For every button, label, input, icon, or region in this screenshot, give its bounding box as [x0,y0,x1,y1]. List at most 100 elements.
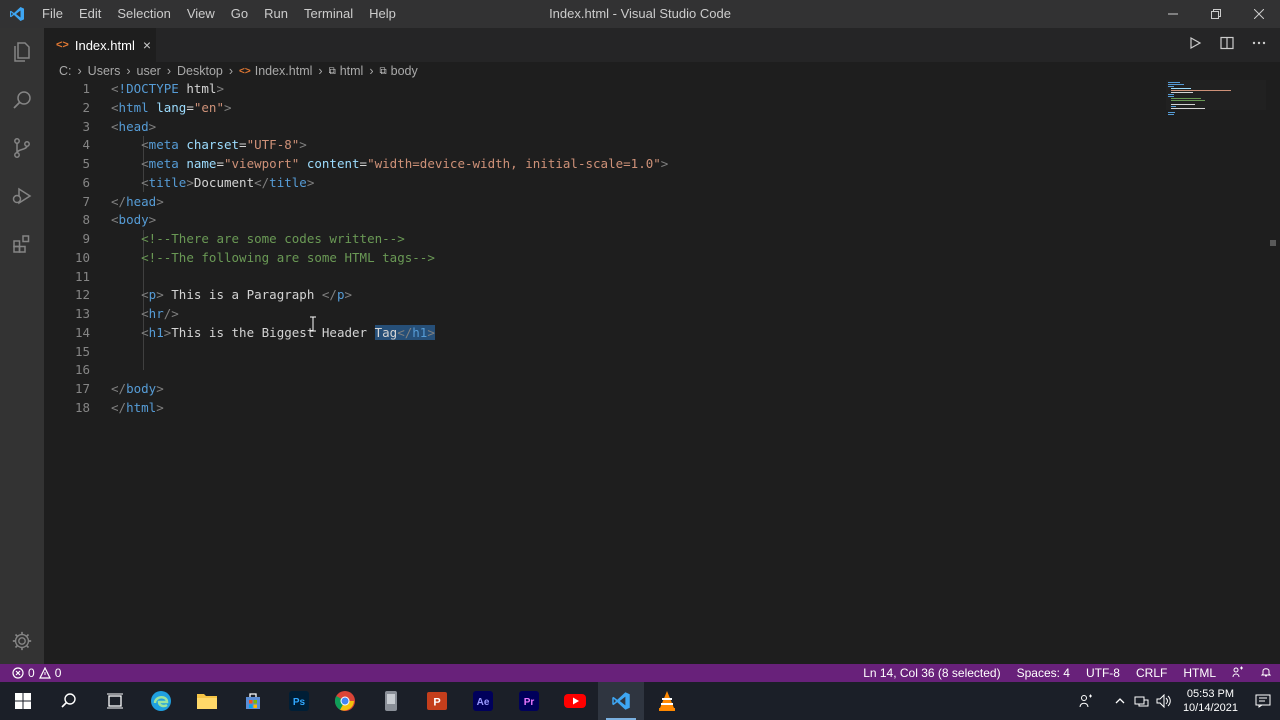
app-icon[interactable] [368,682,414,720]
line-number: 7 [82,193,90,209]
manage-gear-icon[interactable] [0,630,44,652]
html-file-icon: <> [56,39,69,51]
code-line[interactable] [111,268,1151,287]
code-line[interactable]: </body> [111,380,1151,399]
extensions-icon[interactable] [0,220,44,268]
menu-selection[interactable]: Selection [109,0,178,28]
tab-index-html[interactable]: <> Index.html × [44,28,156,62]
vscode-icon[interactable] [598,682,644,720]
line-number: 5 [82,156,90,171]
error-icon [12,667,24,679]
menu-view[interactable]: View [179,0,223,28]
code-editor[interactable]: 1 2 3 4 5 6 7 8 9 10 11 12 13 14 15 16 17 18 <!DOCTYPE ht… [44,80,1280,664]
menu-run[interactable]: Run [256,0,296,28]
run-debug-icon[interactable] [0,172,44,220]
error-count: 0 [28,666,35,680]
code-line[interactable]: <p> This is a Paragraph </p> [111,286,1151,305]
powerpoint-icon[interactable]: P [414,682,460,720]
people-icon[interactable] [1075,682,1097,720]
minimize-button[interactable] [1151,0,1194,28]
action-center-icon[interactable] [1246,682,1280,720]
editor-actions [1188,28,1266,62]
code-line[interactable]: <!--The following are some HTML tags--> [111,249,1151,268]
breadcrumb-html[interactable]: html [340,64,364,78]
menu-go[interactable]: Go [223,0,256,28]
vlc-icon[interactable] [644,682,690,720]
breadcrumb-user[interactable]: user [137,64,161,78]
feedback-icon[interactable] [1224,666,1252,681]
breadcrumb-users[interactable]: Users [88,64,121,78]
indentation[interactable]: Spaces: 4 [1009,666,1078,680]
restore-button[interactable] [1194,0,1237,28]
code-line[interactable]: <body> [111,211,1151,230]
close-window-button[interactable] [1237,0,1280,28]
line-number: 9 [82,231,90,246]
end-of-line[interactable]: CRLF [1128,666,1175,680]
problems-indicator[interactable]: 0 0 [0,666,61,680]
task-view-icon[interactable] [92,682,138,720]
code-line[interactable]: <h1>This is the Biggest Header Tag</h1> [111,324,1151,343]
system-clock[interactable]: 05:53 PM 10/14/2021 [1175,687,1246,715]
code-line[interactable]: <head> [111,118,1151,137]
volume-icon[interactable] [1153,682,1175,720]
photoshop-icon[interactable]: Ps [276,682,322,720]
chrome-icon[interactable] [322,682,368,720]
file-explorer-icon[interactable] [184,682,230,720]
line-number: 14 [74,324,90,340]
line-number: 13 [74,306,90,321]
code-line[interactable]: <title>Document</title> [111,174,1151,193]
after-effects-icon[interactable]: Ae [460,682,506,720]
close-tab-icon[interactable]: × [143,37,151,53]
menu-terminal[interactable]: Terminal [296,0,361,28]
code-line[interactable]: </html> [111,399,1151,418]
breadcrumb-body[interactable]: body [391,64,418,78]
code-lines[interactable]: <!DOCTYPE html> <html lang="en"> <head> <m… [111,80,1151,418]
run-icon[interactable] [1188,36,1202,55]
line-number: 2 [82,99,90,115]
clock-time: 05:53 PM [1186,688,1235,700]
source-control-icon[interactable] [0,124,44,172]
code-line[interactable]: <html lang="en"> [111,99,1151,118]
search-icon[interactable] [46,682,92,720]
chevron-up-icon[interactable] [1109,682,1131,720]
split-editor-icon[interactable] [1220,36,1234,55]
element-icon: ⧉ [328,65,336,77]
warning-count: 0 [54,666,62,680]
svg-text:P: P [433,697,440,709]
code-line[interactable]: <meta charset="UTF-8"> [111,136,1151,155]
premiere-icon[interactable]: Pr [506,682,552,720]
store-icon[interactable] [230,682,276,720]
code-line[interactable]: <!--There are some codes written--> [111,230,1151,249]
language-mode[interactable]: HTML [1175,666,1224,680]
code-line[interactable]: <meta name="viewport" content="width=dev… [111,155,1151,174]
start-icon[interactable] [0,682,46,720]
more-actions-icon[interactable] [1252,36,1266,55]
minimap[interactable] [1166,80,1266,120]
menu-file[interactable]: File [34,0,71,28]
breadcrumb-drive[interactable]: C: [59,64,72,78]
menu-edit[interactable]: Edit [71,0,109,28]
vertical-scrollbar[interactable] [1266,80,1280,664]
line-number: 15 [74,343,90,359]
explorer-icon[interactable] [0,28,44,76]
cursor-position[interactable]: Ln 14, Col 36 (8 selected) [855,666,1008,680]
svg-text:Pr: Pr [524,697,535,708]
edge-icon[interactable] [138,682,184,720]
svg-text:Ps: Ps [293,697,306,708]
tab-label: Index.html [74,37,135,53]
code-line[interactable] [111,361,1151,380]
code-line[interactable]: <!DOCTYPE html> [111,80,1151,99]
menu-help[interactable]: Help [361,0,404,28]
breadcrumb-desktop[interactable]: Desktop [177,64,223,78]
window-controls [1151,0,1280,28]
youtube-icon[interactable] [552,682,598,720]
html-file-icon: <> [239,65,251,77]
breadcrumb-file[interactable]: Index.html [255,64,313,78]
code-line[interactable]: <hr/> [111,305,1151,324]
network-icon[interactable] [1131,682,1153,720]
code-line[interactable] [111,343,1151,362]
code-line[interactable]: </head> [111,193,1151,212]
notifications-bell-icon[interactable] [1252,666,1280,681]
search-icon[interactable] [0,76,44,124]
encoding[interactable]: UTF-8 [1078,666,1128,680]
